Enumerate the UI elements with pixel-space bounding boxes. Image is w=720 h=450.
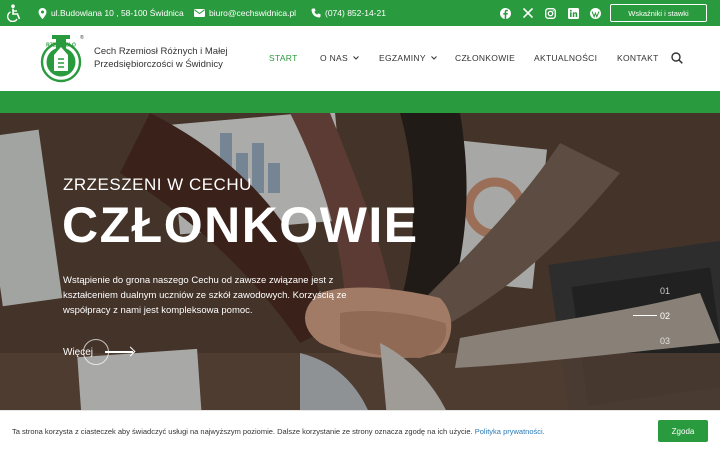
svg-text:®: ® [80,34,84,41]
logo-text: RZEMIOSŁO [46,43,76,49]
top-bar: ul.Budowlana 10 , 58-100 Świdnica biuro@… [0,0,720,26]
rates-button[interactable]: Wskaźniki i stawki [610,4,707,22]
guild-logo[interactable]: RZEMIOSŁO ® [40,33,86,83]
hero-subtitle: ZRZESZENI W CECHU [63,175,252,194]
phone-icon [311,8,321,18]
privacy-policy-link[interactable]: Polityka prywatności. [475,427,545,436]
phone-text[interactable]: (074) 852-14-21 [325,8,386,18]
nav-czlonkowie[interactable]: CZŁONKOWIE [455,53,515,63]
chevron-down-icon [353,56,359,60]
hero-title: CZŁONKOWIE [62,197,419,253]
hero-slider: ZRZESZENI W CECHU CZŁONKOWIE Wstąpienie … [0,113,720,450]
nav-start[interactable]: START [269,53,298,63]
phone-info[interactable]: (074) 852-14-21 [311,0,386,26]
nav-aktualnosci[interactable]: AKTUALNOŚCI [534,53,597,63]
brand-name[interactable]: Cech Rzemiosł Różnych i Małej Przedsiębi… [94,46,244,71]
email-text[interactable]: biuro@cechswidnica.pl [209,8,296,18]
active-slide-line [633,315,657,316]
facebook-icon[interactable] [498,6,512,20]
arrow-right-icon [105,351,133,353]
address-info: ul.Budowlana 10 , 58-100 Świdnica [38,0,184,26]
hero-description: Wstąpienie do grona naszego Cechu od zaw… [63,275,347,316]
search-icon[interactable] [671,52,683,64]
instagram-icon[interactable] [543,6,557,20]
address-text: ul.Budowlana 10 , 58-100 Świdnica [51,8,184,18]
slide-01[interactable]: 01 [660,286,670,296]
slide-02[interactable]: 02 [660,311,670,321]
x-icon[interactable] [521,6,535,20]
nav-o-nas[interactable]: O NAS [320,53,359,63]
slide-pagination: 01 02 03 [630,283,680,353]
linkedin-icon[interactable] [566,6,580,20]
wordpress-icon[interactable] [588,6,602,20]
location-pin-icon [38,7,47,19]
nav-kontakt[interactable]: KONTAKT [617,53,659,63]
slide-03[interactable]: 03 [660,336,670,346]
mail-icon [194,9,205,17]
accessibility-icon[interactable] [6,4,22,22]
agree-button[interactable]: Zgoda [658,420,708,442]
chevron-down-icon [430,56,437,60]
green-band [0,91,720,113]
email-info[interactable]: biuro@cechswidnica.pl [194,0,296,26]
cookie-bar: Ta strona korzysta z ciasteczek aby świa… [0,410,720,450]
nav-egzaminy[interactable]: EGZAMINY [379,53,437,63]
cookie-text: Ta strona korzysta z ciasteczek aby świa… [12,427,545,436]
site-header: RZEMIOSŁO ® Cech Rzemiosł Różnych i Małe… [0,26,720,91]
more-button[interactable]: Więcej [63,339,133,365]
